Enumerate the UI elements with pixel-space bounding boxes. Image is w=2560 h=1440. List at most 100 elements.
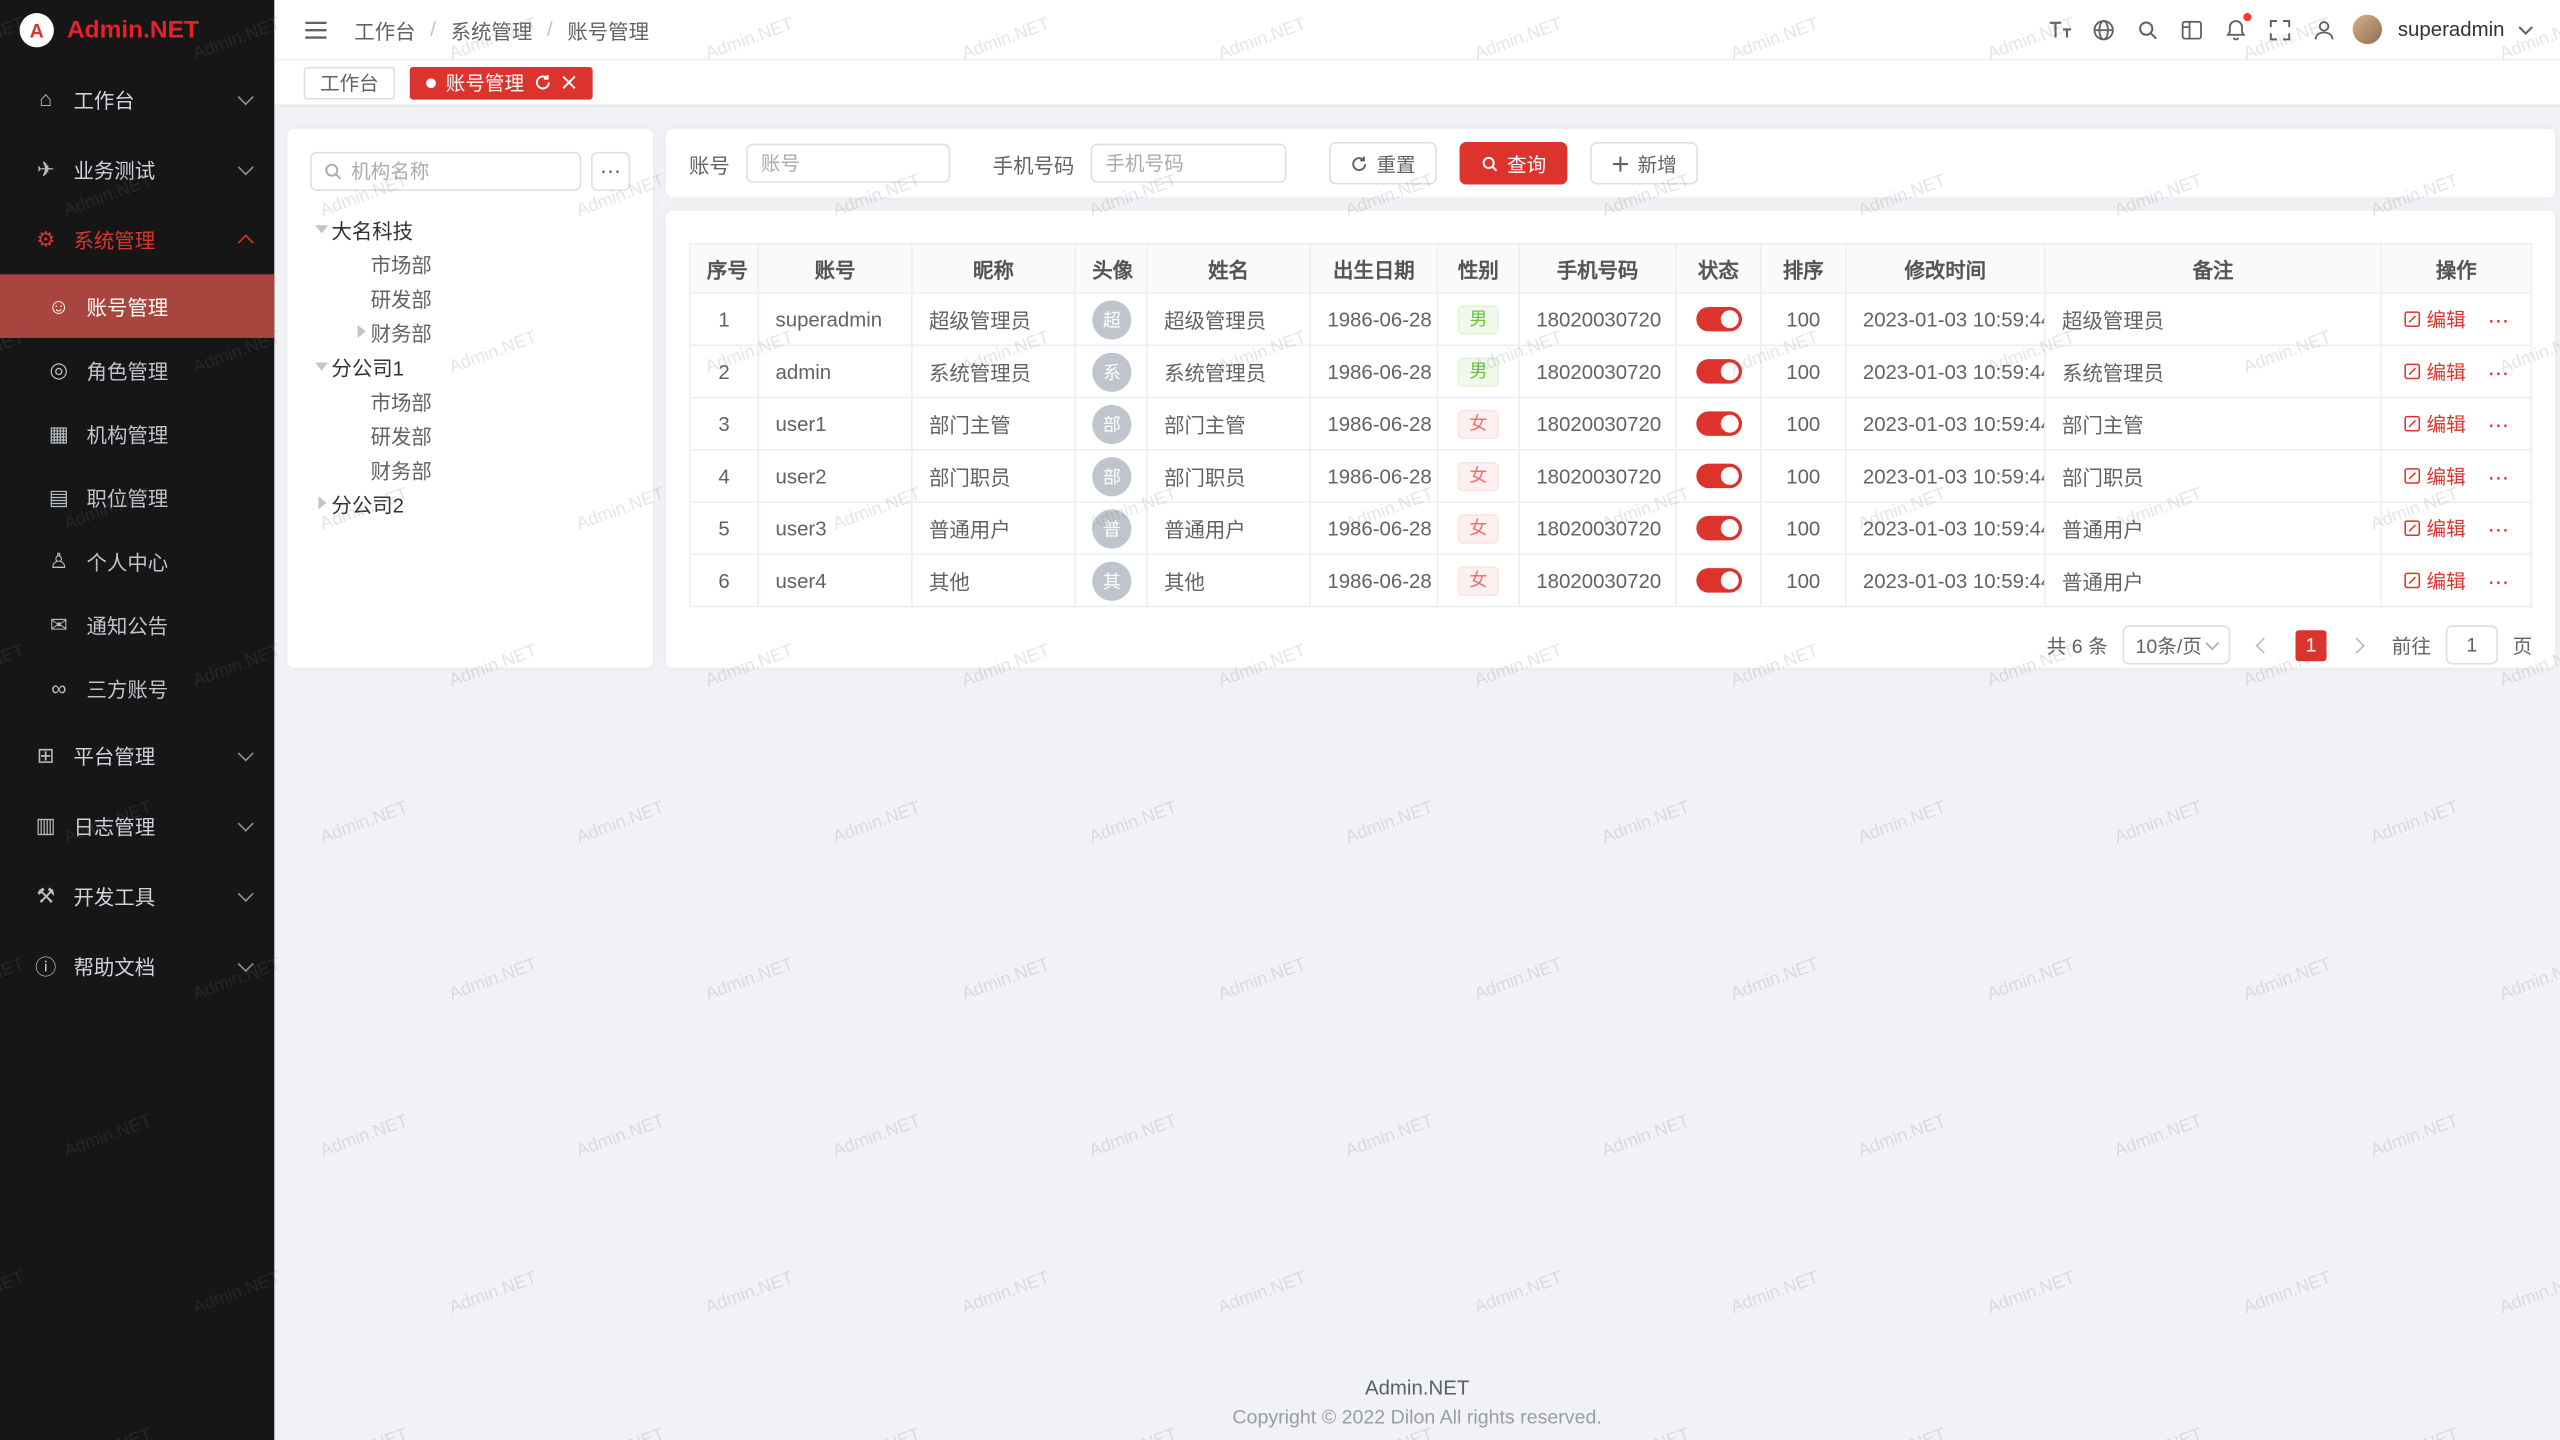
tree-node[interactable]: 市场部 <box>310 384 630 418</box>
column-header[interactable]: 操作 <box>2381 244 2531 293</box>
sidebar-item-position-management[interactable]: ▤ 职位管理 <box>0 465 274 529</box>
org-search-input[interactable] <box>351 160 568 183</box>
bell-icon[interactable] <box>2220 10 2253 49</box>
tab-account-management[interactable]: 账号管理 <box>410 66 593 99</box>
more-actions-icon[interactable]: ⋯ <box>2488 464 2509 488</box>
edit-button[interactable]: 编辑 <box>2404 513 2466 541</box>
user-icon[interactable] <box>2308 10 2341 49</box>
username[interactable]: superadmin <box>2398 18 2505 41</box>
tree-caret-icon[interactable] <box>353 255 371 273</box>
cell-modified-time: 2023-01-03 10:59:44 <box>1846 398 2045 450</box>
account-input[interactable] <box>746 144 950 183</box>
layout-theme-icon[interactable] <box>2176 10 2209 49</box>
sidebar-item-thirdparty-account[interactable]: ∞ 三方账号 <box>0 656 274 720</box>
column-header[interactable]: 修改时间 <box>1846 244 2045 293</box>
tree-node[interactable]: 市场部 <box>310 247 630 281</box>
edit-button[interactable]: 编辑 <box>2404 566 2466 594</box>
more-options-button[interactable]: ⋯ <box>591 152 630 191</box>
phone-input[interactable] <box>1091 144 1287 183</box>
chevron-down-icon[interactable] <box>2516 10 2536 49</box>
sidebar-item-org-management[interactable]: ▦ 机构管理 <box>0 402 274 466</box>
tree-node[interactable]: 研发部 <box>310 281 630 315</box>
status-toggle[interactable] <box>1696 516 1742 540</box>
edit-button[interactable]: 编辑 <box>2404 461 2466 489</box>
edit-button[interactable]: 编辑 <box>2404 304 2466 332</box>
more-actions-icon[interactable]: ⋯ <box>2488 360 2509 384</box>
sidebar-item-system-management[interactable]: ⚙ 系统管理 <box>0 204 274 274</box>
tree-node[interactable]: 财务部 <box>310 315 630 349</box>
sidebar-item-account-management[interactable]: ☺ 账号管理 <box>0 274 274 338</box>
sidebar-item-business-test[interactable]: ✈ 业务测试 <box>0 134 274 204</box>
tree-node[interactable]: 分公司1 <box>310 349 630 383</box>
page-number-button[interactable]: 1 <box>2295 629 2326 660</box>
tree-caret-icon[interactable] <box>353 323 371 341</box>
column-header[interactable]: 出生日期 <box>1310 244 1437 293</box>
sidebar-item-log-management[interactable]: ▥ 日志管理 <box>0 790 274 860</box>
reset-button[interactable]: 重置 <box>1329 142 1437 184</box>
status-toggle[interactable] <box>1696 359 1742 383</box>
status-toggle[interactable] <box>1696 464 1742 488</box>
refresh-icon[interactable] <box>534 73 552 91</box>
search-button[interactable]: 查询 <box>1460 142 1568 184</box>
column-header[interactable]: 头像 <box>1075 244 1147 293</box>
breadcrumb-item[interactable]: 工作台 <box>354 14 450 45</box>
column-header[interactable]: 姓名 <box>1147 244 1310 293</box>
cell-avatar: 系 <box>1075 345 1147 397</box>
row-avatar: 部 <box>1092 404 1131 443</box>
tree-node[interactable]: 大名科技 <box>310 212 630 246</box>
edit-button[interactable]: 编辑 <box>2404 409 2466 437</box>
cell-no: 4 <box>690 450 759 502</box>
column-header[interactable]: 排序 <box>1761 244 1846 293</box>
font-size-icon[interactable] <box>2044 10 2077 49</box>
cell-name: 其他 <box>1147 554 1310 606</box>
tree-caret-icon[interactable] <box>353 426 371 444</box>
more-actions-icon[interactable]: ⋯ <box>2488 517 2509 541</box>
sidebar-item-platform-management[interactable]: ⊞ 平台管理 <box>0 720 274 790</box>
sidebar-item-dev-tools[interactable]: ⚒ 开发工具 <box>0 860 274 930</box>
column-header[interactable]: 备注 <box>2045 244 2381 293</box>
sidebar-item-help-docs[interactable]: ⓘ 帮助文档 <box>0 931 274 1001</box>
tree-node[interactable]: 研发部 <box>310 418 630 452</box>
user-avatar[interactable] <box>2352 15 2381 44</box>
search-icon[interactable] <box>2132 10 2165 49</box>
more-actions-icon[interactable]: ⋯ <box>2488 412 2509 436</box>
column-header[interactable]: 性别 <box>1438 244 1520 293</box>
status-toggle[interactable] <box>1696 568 1742 592</box>
status-toggle[interactable] <box>1696 412 1742 436</box>
prev-page-button[interactable] <box>2245 627 2281 663</box>
page-size-select[interactable]: 10条/页 <box>2122 625 2230 664</box>
sidebar-item-personal-center[interactable]: ♙ 个人中心 <box>0 529 274 593</box>
tree-node[interactable]: 分公司2 <box>310 487 630 521</box>
close-icon[interactable] <box>562 75 577 90</box>
fullscreen-icon[interactable] <box>2264 10 2297 49</box>
column-header[interactable]: 手机号码 <box>1519 244 1676 293</box>
tree-caret-icon[interactable] <box>313 495 331 513</box>
cell-avatar: 部 <box>1075 450 1147 502</box>
sidebar-item-notice[interactable]: ✉ 通知公告 <box>0 593 274 657</box>
tree-caret-icon[interactable] <box>353 392 371 410</box>
breadcrumb-item[interactable]: 账号管理 <box>567 14 649 45</box>
sidebar-item-role-management[interactable]: ◎ 角色管理 <box>0 338 274 402</box>
tree-node[interactable]: 财务部 <box>310 452 630 486</box>
goto-page-input[interactable] <box>2446 625 2498 664</box>
tree-caret-icon[interactable] <box>313 358 331 376</box>
next-page-button[interactable] <box>2341 627 2377 663</box>
column-header[interactable]: 序号 <box>690 244 759 293</box>
tree-caret-icon[interactable] <box>353 460 371 478</box>
column-header[interactable]: 状态 <box>1676 244 1761 293</box>
add-button[interactable]: 新增 <box>1590 142 1698 184</box>
breadcrumb-item[interactable]: 系统管理 <box>451 14 568 45</box>
column-header[interactable]: 账号 <box>758 244 911 293</box>
more-actions-icon[interactable]: ⋯ <box>2488 569 2509 593</box>
tab-workbench[interactable]: 工作台 <box>304 66 395 99</box>
sidebar-item-workbench[interactable]: ⌂ 工作台 <box>0 64 274 134</box>
menu-collapse-icon[interactable] <box>299 10 332 49</box>
globe-icon[interactable] <box>2088 10 2121 49</box>
tree-caret-icon[interactable] <box>353 289 371 307</box>
edit-button[interactable]: 编辑 <box>2404 357 2466 385</box>
column-header[interactable]: 昵称 <box>912 244 1075 293</box>
more-actions-icon[interactable]: ⋯ <box>2488 308 2509 332</box>
phone-label: 手机号码 <box>993 148 1075 179</box>
status-toggle[interactable] <box>1696 307 1742 331</box>
tree-caret-icon[interactable] <box>313 220 331 238</box>
